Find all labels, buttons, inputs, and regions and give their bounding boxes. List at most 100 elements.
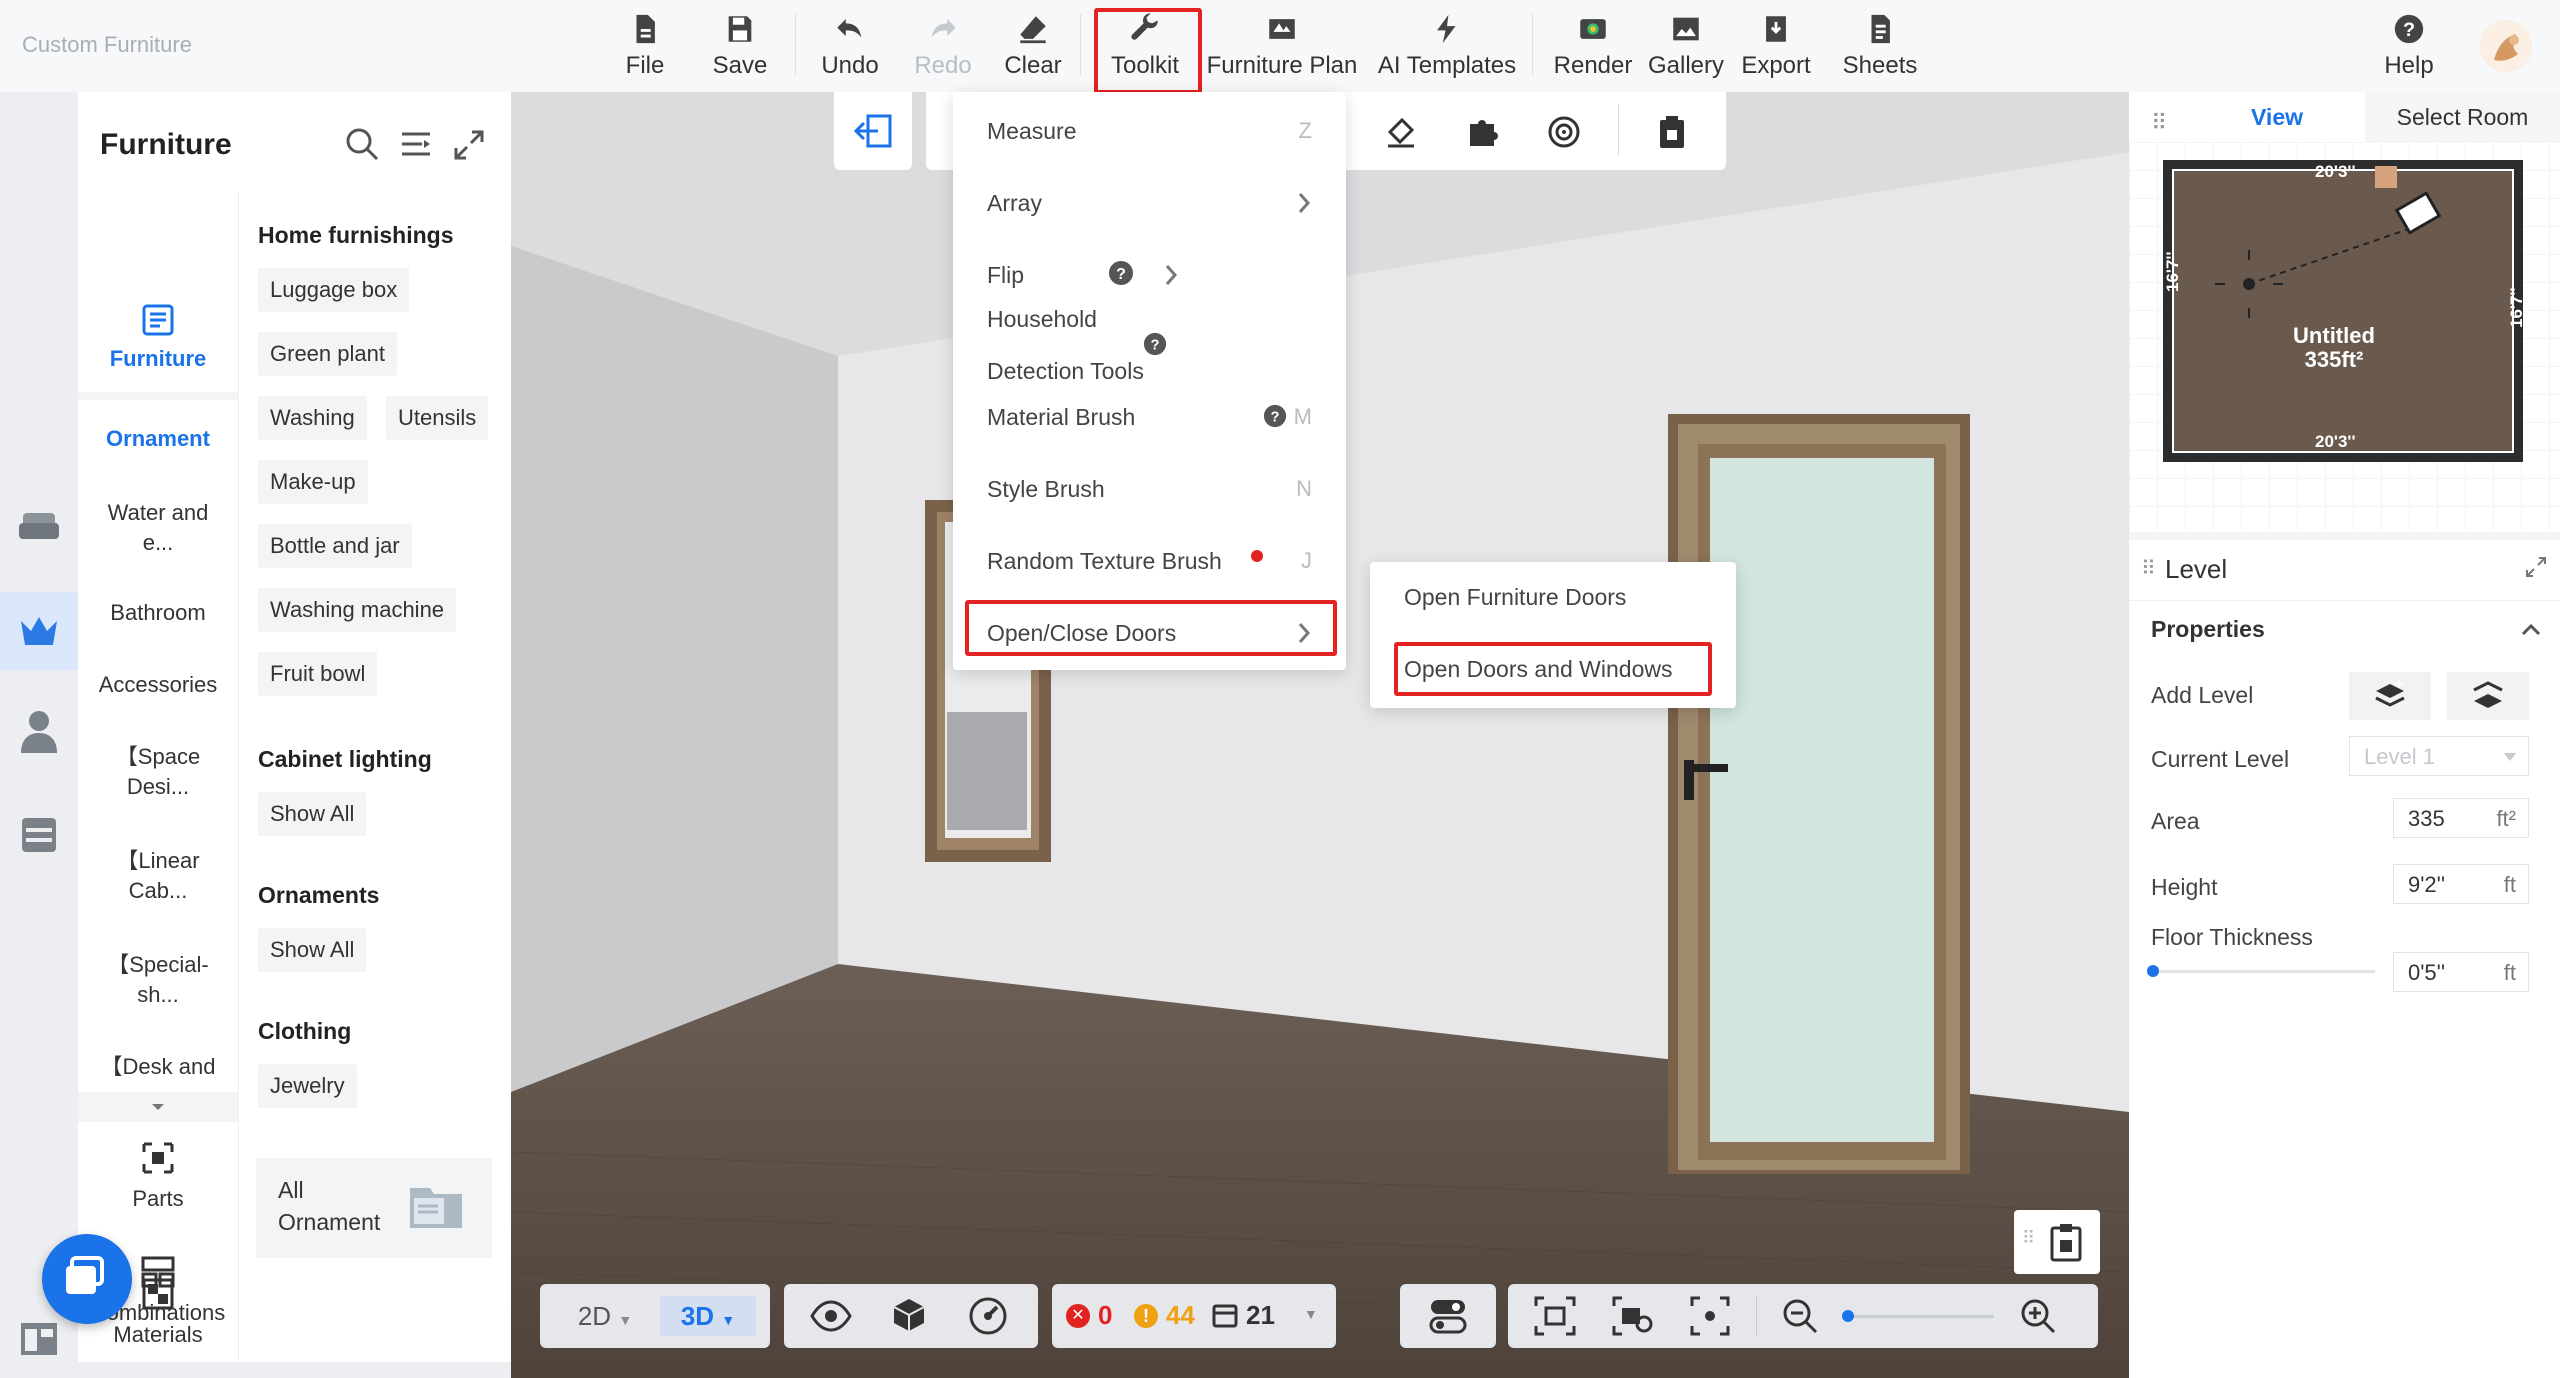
area-input[interactable]: 335 ft² [2393,798,2529,838]
chip-fruit-bowl[interactable]: Fruit bowl [258,652,378,696]
level-drag-handle-icon[interactable]: ⠿ [2141,556,2156,581]
focus-icon[interactable] [1690,1296,1730,1336]
all-ornament-card[interactable]: All Ornament [256,1158,492,1258]
category-linear-cabinet[interactable]: 【Linear Cab... [78,846,238,906]
chip-green-plant[interactable]: Green plant [258,332,397,376]
cube-icon[interactable] [890,1296,928,1334]
rail-sofa-button[interactable] [14,502,64,552]
category-ornament[interactable]: Ornament [78,424,238,454]
chip-luggage-box[interactable]: Luggage box [258,268,410,312]
menu-household[interactable]: Household [987,306,1097,333]
menu-material-brush[interactable]: Material Brush [987,404,1135,431]
view-2d-button[interactable]: 2D ▼ [560,1296,650,1336]
floor-thickness-slider[interactable] [2147,965,2375,977]
redo-button[interactable]: Redo [912,8,974,88]
chip-make-up[interactable]: Make-up [258,460,368,504]
category-parts[interactable]: Parts [78,1140,238,1214]
flip-help-icon[interactable]: ? [1108,260,1134,286]
toggle-settings-icon[interactable] [1428,1296,1468,1336]
submenu-open-furniture-doors[interactable]: Open Furniture Doors [1404,584,1626,611]
height-input[interactable]: 9'2'' ft [2393,864,2529,904]
category-space-design[interactable]: 【Space Desi... [78,742,238,802]
puzzle-icon[interactable] [1464,114,1500,155]
household-help-icon[interactable]: ? [1143,332,1167,356]
scroll-down-button[interactable] [78,1092,238,1122]
toolkit-button[interactable]: Toolkit [1100,8,1190,88]
search-icon[interactable] [344,126,380,167]
paint-bucket-icon[interactable] [1384,114,1420,155]
chip-utensils[interactable]: Utensils [386,396,489,440]
status-group[interactable]: ✕ 0 ! 44 21 ▼ [1052,1284,1336,1348]
help-button[interactable]: ? Help [2382,8,2436,88]
left-rail [0,92,78,1378]
speedometer-icon[interactable] [968,1296,1008,1336]
ai-templates-button[interactable]: AI Templates [1372,8,1522,88]
gallery-button[interactable]: Gallery [1648,8,1724,88]
menu-detection-tools[interactable]: Detection Tools [987,358,1144,385]
list-filter-icon[interactable] [400,130,432,165]
zoom-slider[interactable] [1842,1310,1994,1322]
chip-cabinet-show-all[interactable]: Show All [258,792,367,836]
furniture-plan-button[interactable]: Furniture Plan [1206,8,1358,88]
zoom-out-icon[interactable] [1780,1296,1820,1336]
menu-random-texture-brush[interactable]: Random Texture Brush [987,548,1222,575]
tab-select-room[interactable]: Select Room [2365,92,2560,142]
add-level-above-button[interactable] [2349,672,2431,720]
menu-flip[interactable]: Flip [987,262,1024,289]
zoom-in-icon[interactable] [2018,1296,2058,1336]
menu-open-close-doors[interactable]: Open/Close Doors [987,620,1176,647]
view-3d-button[interactable]: 3D ▼ [660,1296,756,1336]
camera-settings-icon[interactable] [1612,1296,1654,1336]
category-special-shaped[interactable]: 【Special-sh... [78,950,238,1010]
add-level-below-button[interactable] [2447,672,2529,720]
exit-view-button[interactable] [834,92,912,170]
eye-icon[interactable] [810,1298,852,1334]
status-dropdown-icon: ▼ [1304,1306,1318,1322]
clear-button[interactable]: Clear [1002,8,1064,88]
user-avatar[interactable] [2480,20,2532,72]
menu-measure[interactable]: Measure [987,118,1076,145]
category-desk[interactable]: 【Desk and [78,1052,238,1082]
submenu-open-doors-windows[interactable]: Open Doors and Windows [1404,656,1672,683]
chat-button[interactable] [42,1234,132,1324]
float-drag-handle-icon[interactable]: ⠿ [2022,1228,2035,1249]
clipboard-icon[interactable] [1656,114,1688,155]
chevron-up-icon[interactable] [2519,620,2543,640]
category-water[interactable]: Water and e... [78,498,238,558]
undo-button[interactable]: Undo [816,8,884,88]
category-bathroom[interactable]: Bathroom [78,598,238,628]
floor-thickness-input[interactable]: 0'5'' ft [2393,952,2529,992]
chip-jewelry[interactable]: Jewelry [258,1064,357,1108]
menu-style-brush[interactable]: Style Brush [987,476,1105,503]
export-button[interactable]: Export [1740,8,1812,88]
chip-washing[interactable]: Washing [258,396,367,440]
rail-user-button[interactable] [14,706,64,756]
doors-chevron-right-icon [1298,623,1311,643]
chip-washing-machine[interactable]: Washing machine [258,588,457,632]
fit-selection-icon[interactable] [1534,1296,1576,1336]
category-accessories[interactable]: Accessories [78,670,238,700]
layers-add-icon [2375,680,2405,707]
target-icon[interactable] [1546,114,1582,155]
chip-ornaments-show-all[interactable]: Show All [258,928,367,972]
layout-icon [21,1323,57,1355]
file-button[interactable]: File [620,8,670,88]
tab-view[interactable]: View [2189,92,2365,142]
slider-handle[interactable] [2147,965,2159,977]
sheets-button[interactable]: Sheets [1842,8,1918,88]
expand-icon[interactable] [454,130,484,165]
render-button[interactable]: Render [1552,8,1634,88]
level-expand-icon[interactable] [2525,556,2547,578]
floating-clipboard-panel[interactable]: ⠿ [2014,1210,2100,1274]
rail-cabinet-button[interactable] [14,810,64,860]
current-level-select[interactable]: Level 1 [2349,736,2529,776]
menu-array[interactable]: Array [987,190,1042,217]
drag-handle-icon[interactable]: ⠿ [2151,110,2167,136]
material-brush-help-icon[interactable]: ? [1263,404,1287,428]
save-button[interactable]: Save [708,8,772,88]
chip-bottle-jar[interactable]: Bottle and jar [258,524,412,568]
zoom-slider-handle[interactable] [1842,1310,1854,1322]
rail-crown-button[interactable] [14,606,64,656]
file-label: File [625,52,665,79]
category-furniture[interactable]: Furniture [78,302,238,374]
